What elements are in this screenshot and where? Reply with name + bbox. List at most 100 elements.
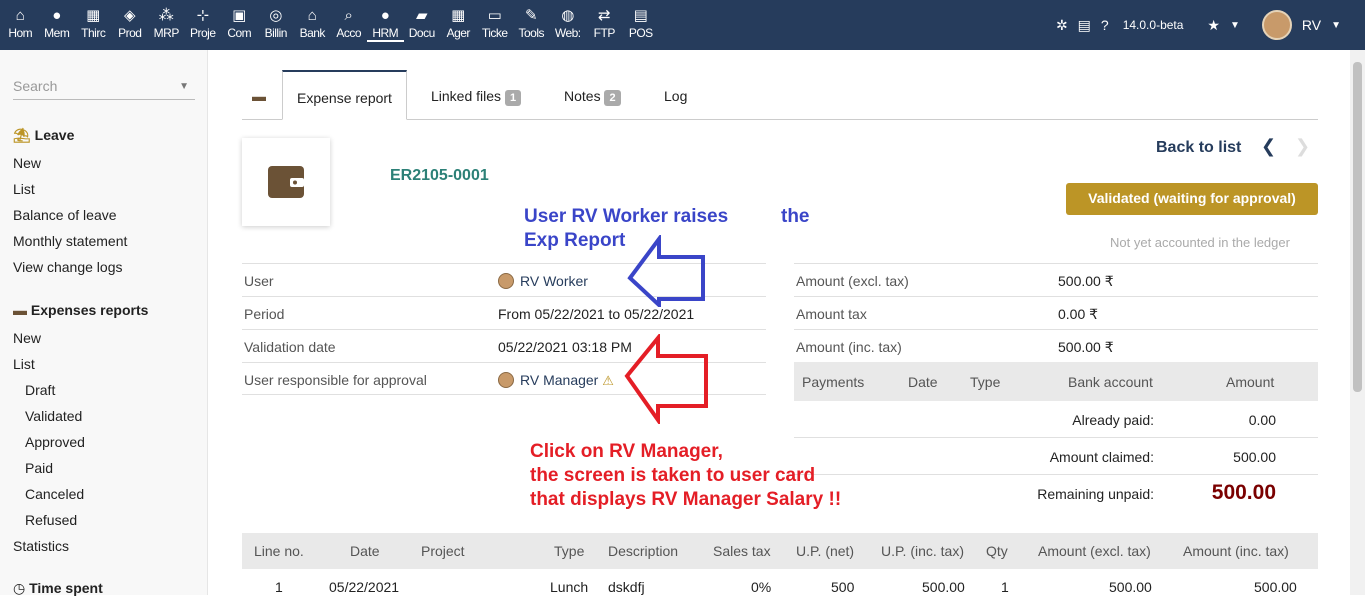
blue-arrow-annotation [627, 235, 705, 307]
sidebar-leave-list[interactable]: List [13, 181, 35, 197]
sidebar-exp-refused[interactable]: Refused [25, 512, 77, 528]
topmenu-item-mem[interactable]: ● Mem [39, 6, 76, 42]
col-description: Description [608, 543, 679, 559]
version-label: 14.0.0-beta [1122, 18, 1184, 32]
topmenu-label: Acco [336, 26, 362, 40]
sidebar-exp-paid[interactable]: Paid [25, 460, 53, 476]
chevron-down-icon[interactable]: ▼ [179, 81, 189, 92]
topmenu-label: Thirc [81, 26, 106, 40]
topmenu-item-ticke[interactable]: ▭ Ticke [477, 6, 514, 42]
tab-wallet-icon[interactable]: ▬ [238, 70, 280, 119]
amount-label: Amount (excl. tax) [796, 273, 909, 289]
topmenu-item-hrm[interactable]: ● HRM [367, 6, 404, 42]
payment-label: Remaining unpaid: [1037, 486, 1154, 502]
back-to-list-link[interactable]: Back to list [1156, 139, 1241, 157]
red-arrow-annotation [624, 334, 708, 424]
col-type: Type [554, 543, 585, 559]
sidebar-time-title[interactable]: ◷ Time spent [13, 580, 103, 597]
sidebar-expenses-title[interactable]: ▬ Expenses reports [13, 302, 148, 318]
col-date: Date [350, 543, 380, 559]
search-input[interactable]: Search ▼ [13, 78, 195, 100]
field-value: 05/22/2021 03:18 PM [498, 339, 632, 355]
help-icon[interactable]: ? [1101, 17, 1109, 33]
sidebar-leave-new[interactable]: New [13, 155, 41, 171]
user-icon [498, 372, 514, 388]
scrollbar[interactable] [1350, 50, 1365, 595]
print-icon[interactable]: ▤ [1078, 17, 1091, 34]
col-amount-excl: Amount (excl. tax) [1038, 543, 1151, 559]
main-content: ▬ Expense report Linked files 1 Notes 2 … [208, 50, 1350, 595]
topmenu-item-ftp[interactable]: ⇄ FTP [586, 6, 623, 42]
ticket-icon: ▭ [487, 7, 502, 24]
status-badge: Validated (waiting for approval) [1066, 183, 1318, 215]
sidebar-exp-draft[interactable]: Draft [25, 382, 55, 398]
topmenu-label: HRM [372, 26, 399, 40]
topmenu-label: Billin [264, 26, 288, 40]
topmenu-item-acco[interactable]: ⌕ Acco [331, 6, 368, 42]
topmenu-item-billin[interactable]: ◎ Billin [258, 6, 295, 42]
calendar-icon: ▦ [451, 7, 466, 24]
topmenu-item-web[interactable]: ◍ Web: [550, 6, 587, 42]
search-dollar-icon: ⌕ [344, 7, 353, 24]
cell-description: dskdfj [608, 579, 645, 595]
tab-expense-report[interactable]: Expense report [282, 70, 407, 120]
star-icon[interactable]: ★ [1207, 17, 1220, 34]
topmenu-item-pos[interactable]: ▤ POS [623, 6, 660, 42]
lines-header: Line no. Date Project Type Description S… [242, 533, 1318, 569]
warning-icon: ⚠ [602, 373, 614, 388]
sidebar-leave-balance[interactable]: Balance of leave [13, 207, 117, 223]
bug-icon[interactable]: ✲ [1056, 17, 1068, 34]
scrollbar-thumb[interactable] [1353, 62, 1362, 392]
sidebar-leave-monthly[interactable]: Monthly statement [13, 233, 127, 249]
coins-icon: ◎ [269, 7, 283, 24]
topmenu-item-proje[interactable]: ⊹ Proje [185, 6, 222, 42]
payment-value: 500.00 [1233, 449, 1276, 465]
topmenu-label: Prod [118, 26, 142, 40]
topmenu-item-bank[interactable]: ⌂ Bank [294, 6, 331, 42]
user-worker-link[interactable]: RV Worker [520, 273, 588, 289]
cell-amount-excl: 500.00 [1109, 579, 1152, 595]
sidebar-exp-canceled[interactable]: Canceled [25, 486, 84, 502]
topmenu-label: Docu [408, 26, 436, 40]
chevron-left-icon[interactable]: ❮ [1261, 136, 1276, 157]
tab-linked-files[interactable]: Linked files 1 [417, 70, 535, 119]
topmenu-item-mrp[interactable]: ⁂ MRP [148, 6, 185, 42]
user-name[interactable]: RV [1302, 17, 1321, 33]
table-row[interactable]: 1 05/22/2021 Lunch dskdfj 0% 500 500.00 … [242, 569, 1318, 605]
sidebar-exp-new[interactable]: New [13, 330, 41, 346]
topmenu-item-docu[interactable]: ▰ Docu [404, 6, 441, 42]
cell-up-net: 500 [831, 579, 855, 595]
sidebar-exp-statistics[interactable]: Statistics [13, 538, 69, 554]
avatar[interactable] [1261, 10, 1292, 40]
topmenu-item-hom[interactable]: ⌂ Hom [2, 6, 39, 42]
sidebar-exp-list[interactable]: List [13, 356, 35, 372]
user-manager-link[interactable]: RV Manager [520, 372, 598, 388]
field-label: User responsible for approval [244, 372, 427, 388]
chevron-right-icon: ❯ [1295, 136, 1311, 156]
tab-notes[interactable]: Notes 2 [550, 70, 635, 119]
sidebar-leave-logs[interactable]: View change logs [13, 259, 122, 275]
sidebar-exp-approved[interactable]: Approved [25, 434, 85, 450]
topmenu-label: Hom [8, 26, 33, 40]
annotation-red-line2: the screen is taken to user card [530, 465, 816, 486]
amount-claimed-row: Amount claimed: 500.00 [794, 438, 1318, 475]
sidebar-leave-title[interactable]: ⛱ Leave [13, 127, 74, 144]
col-project: Project [421, 543, 465, 559]
chevron-down-icon[interactable]: ▼ [1331, 20, 1341, 31]
topmenu-item-com[interactable]: ▣ Com [221, 6, 258, 42]
topmenu-item-tools[interactable]: ✎ Tools [513, 6, 550, 42]
col-bank-account: Bank account [1068, 374, 1153, 390]
topmenu-item-prod[interactable]: ◈ Prod [112, 6, 149, 42]
annotation-red-line3: that displays RV Manager Salary !! [530, 489, 842, 510]
tab-log[interactable]: Log [650, 70, 701, 119]
sidebar-exp-validated[interactable]: Validated [25, 408, 82, 424]
sidebar: Search ▼ ⛱ Leave New List Balance of lea… [0, 50, 208, 597]
suitcase-icon: ▣ [232, 7, 247, 24]
chevron-down-icon[interactable]: ▼ [1230, 20, 1240, 31]
amount-value: 0.00 ₹ [1058, 306, 1099, 322]
project-icon: ⊹ [196, 7, 210, 24]
col-up-net: U.P. (net) [796, 543, 855, 559]
topmenu-item-ager[interactable]: ▦ Ager [440, 6, 477, 42]
topmenu-item-thirc[interactable]: ▦ Thirc [75, 6, 112, 42]
col-sales-tax: Sales tax [713, 543, 771, 559]
